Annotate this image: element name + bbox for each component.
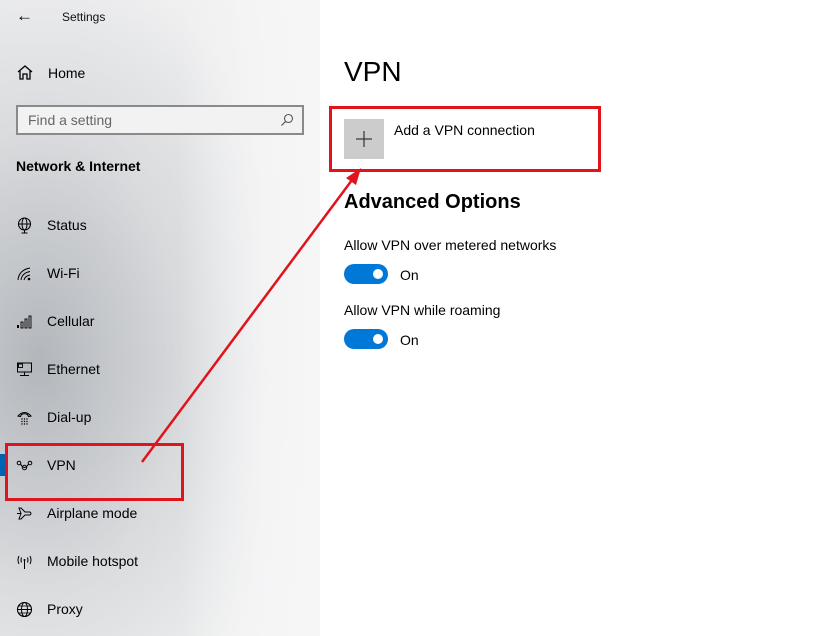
- title-bar: ← Settings: [0, 0, 320, 34]
- toggle-knob: [373, 334, 383, 344]
- airplane-icon: [16, 505, 33, 522]
- sidebar-item-dial-up[interactable]: Dial-up: [0, 393, 320, 441]
- metered-networks-toggle[interactable]: [344, 264, 388, 284]
- sidebar-item-mobile-hotspot[interactable]: Mobile hotspot: [0, 537, 320, 585]
- phone-icon: [16, 409, 33, 426]
- sidebar-nav: Status Wi-Fi Cellular Ethernet Dial-up V…: [0, 201, 320, 633]
- advanced-options-heading: Advanced Options: [344, 191, 521, 213]
- sidebar: ← Settings Home Network & Internet Statu…: [0, 0, 320, 636]
- search-box[interactable]: [16, 105, 304, 135]
- add-vpn-connection-button[interactable]: Add a VPN connection: [344, 119, 535, 159]
- app-title: Settings: [62, 10, 106, 24]
- sidebar-item-label: VPN: [47, 457, 76, 473]
- sidebar-item-label: Wi-Fi: [47, 265, 80, 281]
- home-label: Home: [48, 65, 86, 81]
- sidebar-item-label: Cellular: [47, 313, 95, 329]
- ethernet-icon: [16, 361, 33, 378]
- globe-icon: [16, 601, 33, 618]
- vpn-icon: [16, 457, 33, 474]
- metered-networks-label: Allow VPN over metered networks: [344, 237, 557, 253]
- home-link[interactable]: Home: [16, 62, 85, 84]
- wifi-icon: [16, 265, 33, 282]
- sidebar-item-status[interactable]: Status: [0, 201, 320, 249]
- sidebar-item-wifi[interactable]: Wi-Fi: [0, 249, 320, 297]
- hotspot-icon: [16, 553, 33, 570]
- roaming-toggle[interactable]: [344, 329, 388, 349]
- back-arrow-icon[interactable]: ←: [16, 7, 34, 24]
- search-input[interactable]: [18, 107, 268, 133]
- cellular-signal-icon: [16, 313, 33, 330]
- sidebar-item-ethernet[interactable]: Ethernet: [0, 345, 320, 393]
- sidebar-item-label: Dial-up: [47, 409, 92, 425]
- sidebar-item-label: Status: [47, 217, 87, 233]
- plus-icon: [344, 119, 384, 159]
- globe-monitor-icon: [16, 216, 33, 234]
- toggle-knob: [373, 269, 383, 279]
- page-title: VPN: [344, 56, 402, 87]
- home-icon: [16, 64, 34, 82]
- section-title: Network & Internet: [16, 158, 141, 174]
- add-vpn-connection-label: Add a VPN connection: [394, 122, 535, 138]
- sidebar-item-proxy[interactable]: Proxy: [0, 585, 320, 633]
- sidebar-item-vpn[interactable]: VPN: [0, 441, 320, 489]
- sidebar-item-airplane-mode[interactable]: Airplane mode: [0, 489, 320, 537]
- sidebar-item-label: Proxy: [47, 601, 83, 617]
- main-content: VPN Add a VPN connection Advanced Option…: [320, 0, 824, 636]
- search-icon[interactable]: [280, 113, 294, 127]
- sidebar-item-label: Ethernet: [47, 361, 100, 377]
- sidebar-item-label: Airplane mode: [47, 505, 138, 521]
- roaming-label: Allow VPN while roaming: [344, 302, 501, 318]
- sidebar-item-label: Mobile hotspot: [47, 553, 139, 569]
- sidebar-item-cellular[interactable]: Cellular: [0, 297, 320, 345]
- roaming-state: On: [400, 332, 419, 348]
- metered-networks-state: On: [400, 267, 419, 283]
